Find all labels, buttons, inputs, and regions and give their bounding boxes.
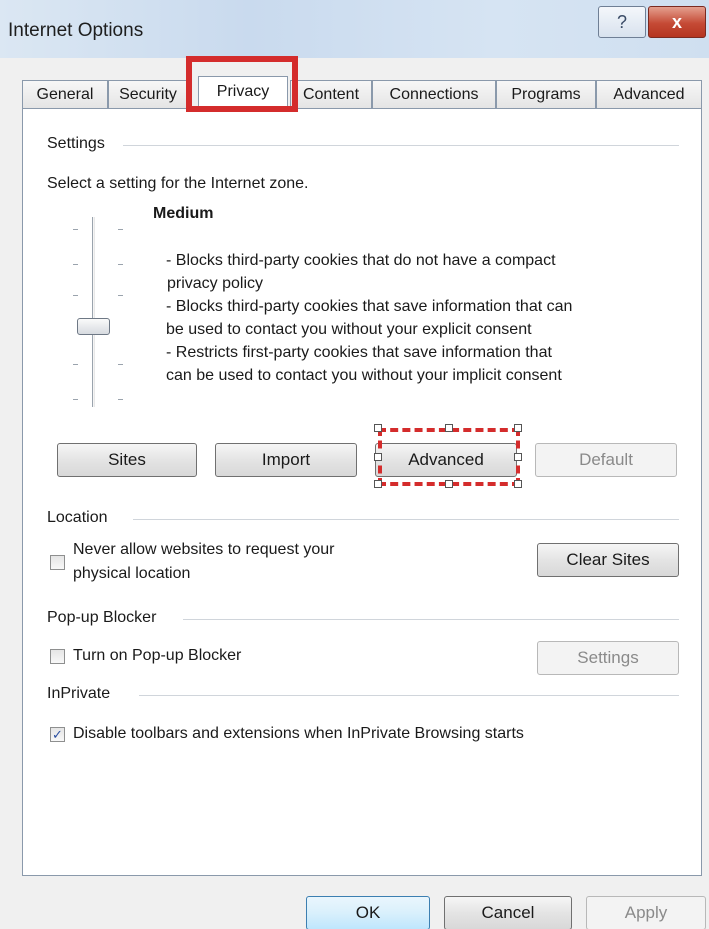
import-button[interactable]: Import bbox=[215, 443, 357, 477]
description-line: - Blocks third-party cookies that do not… bbox=[166, 252, 556, 269]
cancel-button[interactable]: Cancel bbox=[444, 896, 572, 929]
slider-tick bbox=[73, 264, 78, 265]
privacy-panel: Settings Select a setting for the Intern… bbox=[22, 108, 702, 876]
privacy-tab-highlight bbox=[186, 56, 298, 112]
selection-handle bbox=[374, 424, 382, 432]
selection-handle bbox=[445, 480, 453, 488]
selection-handle bbox=[514, 424, 522, 432]
slider-tick bbox=[118, 264, 123, 265]
location-group-label: Location bbox=[47, 509, 116, 527]
tab-content[interactable]: Content bbox=[290, 80, 372, 110]
close-button[interactable]: x bbox=[648, 6, 706, 38]
slider-tick bbox=[73, 295, 78, 296]
internet-options-dialog: Internet Options ? x General Security Pr… bbox=[0, 0, 709, 929]
popup-blocker-label: Turn on Pop-up Blocker bbox=[73, 647, 242, 664]
disable-toolbars-checkbox[interactable]: ✓ bbox=[50, 727, 65, 742]
popup-settings-button[interactable]: Settings bbox=[537, 641, 679, 675]
selection-handle bbox=[374, 453, 382, 461]
settings-group-label: Settings bbox=[47, 135, 113, 153]
window-title: Internet Options bbox=[8, 20, 144, 41]
selection-handle bbox=[514, 480, 522, 488]
slider-tick bbox=[118, 399, 123, 400]
clear-sites-button[interactable]: Clear Sites bbox=[537, 543, 679, 577]
tab-general[interactable]: General bbox=[22, 80, 108, 110]
tab-strip: General Security Privacy Content Connect… bbox=[22, 76, 702, 110]
popup-blocker-divider bbox=[183, 619, 679, 620]
zone-prompt: Select a setting for the Internet zone. bbox=[47, 175, 309, 192]
selection-handle bbox=[514, 453, 522, 461]
description-line: - Restricts first-party cookies that sav… bbox=[166, 344, 552, 361]
ok-button[interactable]: OK bbox=[306, 896, 430, 929]
slider-tick bbox=[73, 364, 78, 365]
settings-divider bbox=[123, 145, 679, 146]
inprivate-group-label: InPrivate bbox=[47, 685, 119, 703]
title-bar: Internet Options ? x bbox=[0, 0, 709, 58]
slider-tick bbox=[118, 229, 123, 230]
tab-connections[interactable]: Connections bbox=[372, 80, 496, 110]
description-line: can be used to contact you without your … bbox=[166, 367, 562, 384]
description-line: - Blocks third-party cookies that save i… bbox=[166, 298, 573, 315]
privacy-level-label: Medium bbox=[153, 205, 214, 222]
tab-programs[interactable]: Programs bbox=[496, 80, 596, 110]
popup-blocker-checkbox[interactable] bbox=[50, 649, 65, 664]
close-icon: x bbox=[671, 12, 682, 32]
slider-tick bbox=[118, 295, 123, 296]
advanced-button-highlight bbox=[378, 428, 520, 486]
sites-button[interactable]: Sites bbox=[57, 443, 197, 477]
slider-tick bbox=[73, 399, 78, 400]
inprivate-divider bbox=[139, 695, 679, 696]
description-line: be used to contact you without your expl… bbox=[166, 321, 532, 338]
checkmark-icon: ✓ bbox=[52, 727, 63, 742]
never-allow-location-checkbox[interactable] bbox=[50, 555, 65, 570]
privacy-level-description: - Blocks third-party cookies that do not… bbox=[166, 249, 686, 387]
tab-advanced[interactable]: Advanced bbox=[596, 80, 702, 110]
help-button[interactable]: ? bbox=[598, 6, 646, 38]
slider-tick bbox=[118, 364, 123, 365]
never-allow-location-label: Never allow websites to request your bbox=[73, 541, 335, 558]
help-icon: ? bbox=[616, 12, 627, 32]
never-allow-location-label-2: physical location bbox=[73, 565, 191, 582]
slider-tick bbox=[73, 229, 78, 230]
location-divider bbox=[133, 519, 679, 520]
popup-blocker-group-label: Pop-up Blocker bbox=[47, 609, 165, 627]
apply-button[interactable]: Apply bbox=[586, 896, 706, 929]
default-button[interactable]: Default bbox=[535, 443, 677, 477]
privacy-slider-thumb[interactable] bbox=[77, 318, 110, 335]
privacy-slider-track[interactable] bbox=[92, 217, 95, 407]
tab-security[interactable]: Security bbox=[108, 80, 188, 110]
selection-handle bbox=[374, 480, 382, 488]
disable-toolbars-label: Disable toolbars and extensions when InP… bbox=[73, 725, 524, 742]
description-line: privacy policy bbox=[167, 275, 264, 292]
selection-handle bbox=[445, 424, 453, 432]
